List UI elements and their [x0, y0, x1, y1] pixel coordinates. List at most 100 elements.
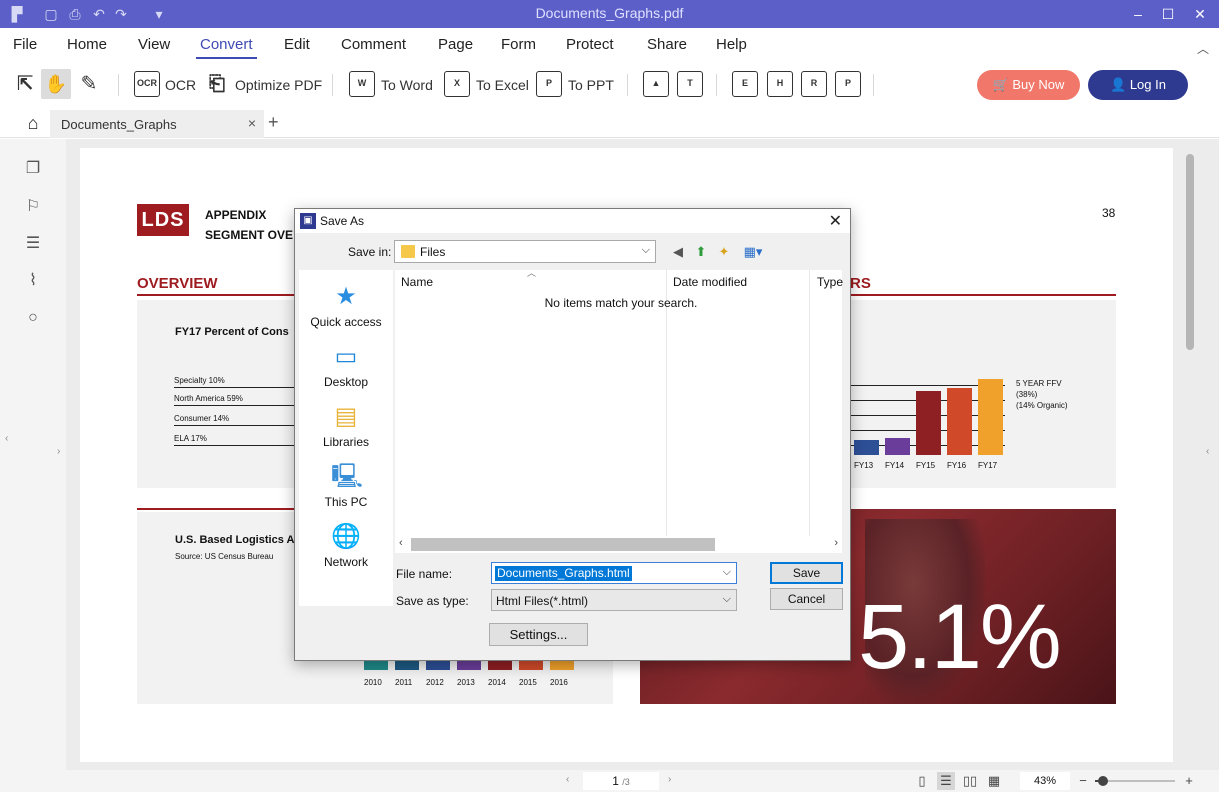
logistics-source: Source: US Census Bureau [175, 552, 274, 561]
left-edge-arrow-icon[interactable]: ‹ [5, 433, 8, 444]
view-menu-icon[interactable]: ▦▾ [740, 244, 766, 260]
ffv-line: 5 YEAR FFV [1016, 379, 1062, 388]
to-text-icon[interactable]: T [677, 71, 703, 97]
desktop-icon: ▭ [334, 343, 358, 370]
to-word-button[interactable]: To Word [381, 77, 433, 93]
scroll-thumb[interactable] [411, 538, 715, 551]
select-tool-icon[interactable]: ⇱ [12, 71, 38, 97]
save-button[interactable]: Save [770, 562, 843, 584]
maximize-button[interactable]: ☐ [1158, 4, 1178, 24]
settings-button[interactable]: Settings... [489, 623, 588, 646]
save-as-dialog: ▣ Save As ✕ Save in: Files ⌵ ◀ ⬆ ✦ ▦▾ ★ … [294, 208, 851, 661]
chart-bar [916, 391, 941, 455]
menu-edit[interactable]: Edit [284, 36, 310, 53]
new-folder-icon[interactable]: ✦ [716, 244, 732, 260]
back-icon[interactable]: ◀ [670, 244, 686, 260]
home-icon[interactable]: ⌂ [22, 112, 44, 134]
continuous-view-icon[interactable]: ☰ [937, 772, 955, 790]
to-ppt-button[interactable]: To PPT [568, 77, 614, 93]
file-list[interactable]: ︿ Name Date modified Type No items match… [395, 268, 843, 536]
two-page-view-icon[interactable]: ▯▯ [961, 772, 979, 790]
menu-help[interactable]: Help [716, 36, 747, 53]
optimize-pdf-icon[interactable]: ⎗ [204, 71, 230, 97]
to-ppt-icon[interactable]: P [536, 71, 562, 97]
previous-page-icon[interactable]: ‹ [566, 774, 569, 785]
tab-documents-graphs[interactable]: Documents_Graphs × [50, 110, 264, 138]
to-html-icon[interactable]: H [767, 71, 793, 97]
save-in-dropdown[interactable]: Files ⌵ [394, 240, 656, 263]
menu-share[interactable]: Share [647, 36, 687, 53]
column-header-type[interactable]: Type [817, 275, 843, 289]
vertical-scrollbar[interactable] [1186, 154, 1194, 350]
single-page-view-icon[interactable]: ▯ [913, 772, 931, 790]
edit-tool-icon[interactable]: ✎ [76, 71, 102, 97]
zoom-slider-handle[interactable] [1098, 776, 1109, 786]
scroll-right-icon[interactable]: › [834, 537, 838, 549]
chevron-down-icon[interactable]: ⌵ [723, 566, 731, 579]
chart-bar [854, 440, 879, 455]
column-header-name[interactable]: Name [401, 275, 433, 289]
chart-bar [426, 660, 450, 670]
place-desktop[interactable]: ▭ Desktop [299, 342, 393, 389]
to-excel-icon[interactable]: X [444, 71, 470, 97]
place-quick-access[interactable]: ★ Quick access [299, 282, 393, 329]
menu-comment[interactable]: Comment [341, 36, 406, 53]
to-rtf-icon[interactable]: R [801, 71, 827, 97]
zoom-level-input[interactable]: 43% [1020, 772, 1070, 790]
up-folder-icon[interactable]: ⬆ [693, 244, 709, 260]
ocr-button[interactable]: OCR [165, 77, 196, 93]
chart-category-label: FY16 [947, 461, 967, 470]
to-pdfa-icon[interactable]: P [835, 71, 861, 97]
search-icon[interactable]: ○ [23, 308, 43, 328]
next-page-icon[interactable]: › [668, 774, 671, 785]
to-word-icon[interactable]: W [349, 71, 375, 97]
grid-view-icon[interactable]: ▦ [985, 772, 1003, 790]
to-epub-icon[interactable]: E [732, 71, 758, 97]
thumbnails-icon[interactable]: ❐ [23, 159, 43, 179]
new-tab-button[interactable]: + [268, 112, 279, 133]
expand-panel-arrow-icon[interactable]: › [57, 446, 60, 457]
toolbar: ⇱ ✋ ✎ OCR OCR ⎗ Optimize PDF W To Word X… [0, 62, 1219, 108]
horizontal-scrollbar[interactable]: ‹ › [395, 536, 842, 553]
optimize-pdf-button[interactable]: Optimize PDF [235, 77, 322, 93]
menu-view[interactable]: View [138, 36, 170, 53]
menu-file[interactable]: File [13, 36, 37, 53]
page-number-input[interactable]: 1 /3 [583, 772, 659, 790]
close-tab-button[interactable]: × [248, 115, 256, 131]
bookmark-icon[interactable]: ⚐ [23, 197, 43, 217]
place-this-pc[interactable]: 🖳 This PC [299, 462, 393, 509]
menu-page[interactable]: Page [438, 36, 473, 53]
collapse-ribbon-icon[interactable]: ︿ [1197, 40, 1209, 57]
place-label: Network [323, 555, 368, 569]
title-bar: ▛ ▢ ⎙ ↶ ↷ ▾ Documents_Graphs.pdf – ☐ ✕ [0, 0, 1219, 28]
ffv-legend: 5 YEAR FFV (38%) (14% Organic) [1016, 378, 1068, 411]
log-in-button[interactable]: 👤 Log In [1088, 70, 1188, 100]
comment-icon[interactable]: ☰ [23, 234, 43, 254]
menu-form[interactable]: Form [501, 36, 536, 53]
attachment-icon[interactable]: ⌇ [23, 271, 43, 291]
save-as-type-dropdown[interactable]: Html Files(*.html) ⌵ [491, 589, 737, 611]
dialog-close-button[interactable]: ✕ [829, 211, 842, 231]
zoom-out-button[interactable]: − [1074, 772, 1092, 790]
ffv-line: (14% Organic) [1016, 401, 1068, 410]
to-image-icon[interactable]: ▲ [643, 71, 669, 97]
hand-tool-icon[interactable]: ✋ [41, 69, 71, 99]
chart-bar [947, 388, 972, 455]
right-edge-arrow-icon[interactable]: ‹ [1206, 446, 1209, 457]
menu-convert[interactable]: Convert [196, 36, 257, 59]
menu-home[interactable]: Home [67, 36, 107, 53]
place-network[interactable]: 🌐 Network [299, 522, 393, 569]
close-window-button[interactable]: ✕ [1190, 4, 1210, 24]
column-header-date-modified[interactable]: Date modified [673, 275, 747, 289]
place-libraries[interactable]: ▤ Libraries [299, 402, 393, 449]
zoom-in-button[interactable]: + [1180, 772, 1198, 790]
cancel-button[interactable]: Cancel [770, 588, 843, 610]
ocr-icon[interactable]: OCR [134, 71, 160, 97]
chart-bar [885, 438, 910, 455]
menu-protect[interactable]: Protect [566, 36, 614, 53]
file-name-input[interactable]: Documents_Graphs.html ⌵ [491, 562, 737, 584]
to-excel-button[interactable]: To Excel [476, 77, 529, 93]
buy-now-button[interactable]: 🛒 Buy Now [977, 70, 1080, 100]
minimize-button[interactable]: – [1128, 4, 1148, 24]
scroll-left-icon[interactable]: ‹ [399, 537, 403, 549]
